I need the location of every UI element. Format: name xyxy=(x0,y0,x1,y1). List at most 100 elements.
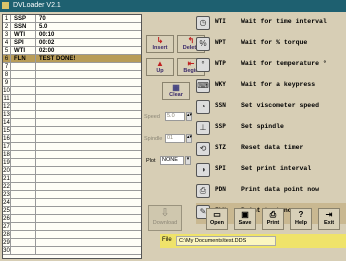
row-value xyxy=(37,223,141,231)
command-code: SSP xyxy=(215,123,226,130)
speed-spinner[interactable]: ▴▾ xyxy=(186,112,192,121)
command-item-spi[interactable]: ◑ SPI Set print interval xyxy=(196,161,346,182)
program-row[interactable]: 12 xyxy=(3,103,141,111)
command-description: Set spindle xyxy=(241,123,284,130)
save-button[interactable]: ▣ Save xyxy=(234,208,256,230)
program-row[interactable]: 10 xyxy=(3,87,141,95)
command-item-stz[interactable]: ⟲ STZ Reset data timer xyxy=(196,140,346,161)
row-value xyxy=(37,167,141,175)
row-value xyxy=(37,199,141,207)
file-bar: File C:\My Documents\test.DDS xyxy=(160,234,346,248)
command-description: Wait for time interval xyxy=(241,18,327,25)
program-grid[interactable]: 1 SSP 70 2 SSN 5.0 3 WTI 00:10 4 SPI 00:02 5 WTI 02:00… xyxy=(2,14,142,259)
thermometer-icon: ° xyxy=(196,58,210,72)
command-item-ssp[interactable]: ⊥ SSP Set spindle xyxy=(196,119,346,140)
spindle-field[interactable]: 01 xyxy=(165,134,185,143)
row-number: 10 xyxy=(3,87,11,95)
program-row[interactable]: 6 FLN TEST DONE! xyxy=(3,55,141,63)
open-button[interactable]: ▭ Open xyxy=(206,208,228,230)
window-title: DVLoader V2.1 xyxy=(12,2,61,9)
row-number: 26 xyxy=(3,215,11,223)
row-number: 9 xyxy=(3,79,11,87)
row-value xyxy=(37,175,141,183)
program-row[interactable]: 9 xyxy=(3,79,141,87)
row-value xyxy=(37,207,141,215)
program-row[interactable]: 14 xyxy=(3,119,141,127)
row-command xyxy=(12,95,36,103)
row-number: 20 xyxy=(3,167,11,175)
row-command xyxy=(12,151,36,159)
program-row[interactable]: 1 SSP 70 xyxy=(3,15,141,23)
program-row[interactable]: 21 xyxy=(3,175,141,183)
up-button[interactable]: ▲ Up xyxy=(146,58,174,76)
program-row[interactable]: 7 xyxy=(3,63,141,71)
row-command: SSN xyxy=(12,23,36,31)
spindle-spinner[interactable]: ▴▾ xyxy=(186,134,192,143)
help-button[interactable]: ? Help xyxy=(290,208,312,230)
program-row[interactable]: 28 xyxy=(3,231,141,239)
command-item-wti[interactable]: ◷ WTI Wait for time interval xyxy=(196,14,346,35)
program-row[interactable]: 29 xyxy=(3,239,141,247)
file-path-field[interactable]: C:\My Documents\test.DDS xyxy=(176,236,276,246)
command-item-wpt[interactable]: % WPT Wait for % torque xyxy=(196,35,346,56)
plot-select[interactable]: NONE xyxy=(160,156,184,165)
program-row[interactable]: 22 xyxy=(3,183,141,191)
program-row[interactable]: 13 xyxy=(3,111,141,119)
program-row[interactable]: 20 xyxy=(3,167,141,175)
program-row[interactable]: 18 xyxy=(3,151,141,159)
row-value xyxy=(37,239,141,247)
gauge-icon: ◔ xyxy=(196,100,210,114)
command-description: Set print interval xyxy=(241,165,312,172)
program-row[interactable]: 26 xyxy=(3,215,141,223)
program-row[interactable]: 27 xyxy=(3,223,141,231)
row-command xyxy=(12,207,36,215)
command-description: Print data point now xyxy=(241,186,320,193)
row-number: 21 xyxy=(3,175,11,183)
exit-button[interactable]: ⇥ Exit xyxy=(318,208,340,230)
program-row[interactable]: 2 SSN 5.0 xyxy=(3,23,141,31)
command-item-wtp[interactable]: ° WTP Wait for temperature ° xyxy=(196,56,346,77)
app-icon xyxy=(2,2,9,9)
program-row[interactable]: 23 xyxy=(3,191,141,199)
program-row[interactable]: 5 WTI 02:00 xyxy=(3,47,141,55)
row-value xyxy=(37,63,141,71)
program-row[interactable]: 8 xyxy=(3,71,141,79)
command-code: STZ xyxy=(215,144,226,151)
print-button[interactable]: ⎙ Print xyxy=(262,208,284,230)
printer-icon: ⎙ xyxy=(196,184,210,198)
program-row[interactable]: 19 xyxy=(3,159,141,167)
program-row[interactable]: 30 xyxy=(3,247,141,255)
command-item-ssn[interactable]: ◔ SSN Set viscometer speed xyxy=(196,98,346,119)
program-row[interactable]: 16 xyxy=(3,135,141,143)
command-code: WTI xyxy=(215,18,226,25)
program-row[interactable]: 11 xyxy=(3,95,141,103)
program-row[interactable]: 15 xyxy=(3,127,141,135)
insert-icon: ↳ xyxy=(156,36,164,45)
row-command xyxy=(12,247,36,255)
row-number: 15 xyxy=(3,127,11,135)
row-value xyxy=(37,159,141,167)
program-row[interactable]: 24 xyxy=(3,199,141,207)
plot-dropdown-arrow[interactable]: ▾ xyxy=(185,156,191,165)
speed-field[interactable]: 5.0 xyxy=(165,112,185,121)
program-row[interactable]: 3 WTI 00:10 xyxy=(3,31,141,39)
program-row[interactable]: 25 xyxy=(3,207,141,215)
row-command xyxy=(12,191,36,199)
program-row[interactable]: 4 SPI 00:02 xyxy=(3,39,141,47)
row-command xyxy=(12,63,36,71)
row-number: 7 xyxy=(3,63,11,71)
row-number: 25 xyxy=(3,207,11,215)
download-button[interactable]: ⇩ Download xyxy=(148,205,182,231)
command-description: Set viscometer speed xyxy=(241,102,320,109)
row-command xyxy=(12,79,36,87)
clear-button[interactable]: ▦ Clear xyxy=(162,82,190,100)
row-command xyxy=(12,127,36,135)
program-row[interactable]: 17 xyxy=(3,143,141,151)
row-command xyxy=(12,175,36,183)
insert-button[interactable]: ↳ Insert xyxy=(146,35,174,53)
download-icon: ⇩ xyxy=(160,207,170,219)
row-value xyxy=(37,111,141,119)
command-item-pdn[interactable]: ⎙ PDN Print data point now xyxy=(196,182,346,203)
command-item-wky[interactable]: ⌨ WKY Wait for a keypress xyxy=(196,77,346,98)
command-code: SPI xyxy=(215,165,226,172)
